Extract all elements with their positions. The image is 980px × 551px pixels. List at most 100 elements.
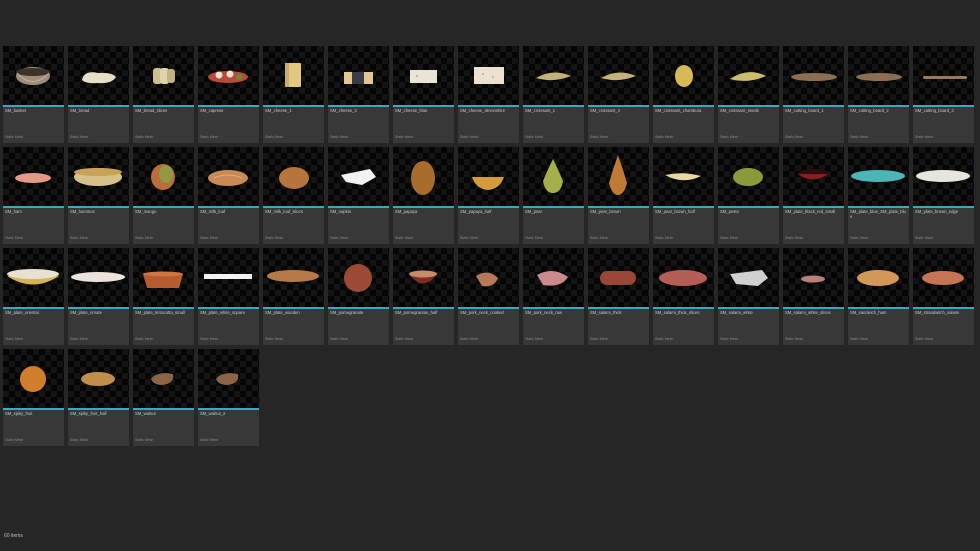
asset-tile[interactable]: SM_cutting_board_1 Static Mesh [783, 46, 844, 143]
asset-type-label: Static Mesh [200, 236, 219, 240]
asset-type-label: Static Mesh [200, 438, 219, 442]
asset-tile[interactable]: SM_cheese_2 Static Mesh [328, 46, 389, 143]
asset-name-label: SM_pomegranate [330, 310, 364, 315]
asset-tile[interactable]: SM_ham Static Mesh [3, 147, 64, 244]
asset-tile[interactable]: SM_cheese_devonshire Static Mesh [458, 46, 519, 143]
asset-tile[interactable]: SM_spiky_fruit_half Static Mesh [68, 349, 129, 446]
asset-type-label: Static Mesh [135, 236, 154, 240]
asset-tile[interactable]: SM_basket Static Mesh [3, 46, 64, 143]
asset-tile[interactable]: SM_cheese_blue Static Mesh [393, 46, 454, 143]
asset-type-label: Static Mesh [200, 135, 219, 139]
asset-tile[interactable]: SM_pear Static Mesh [523, 147, 584, 244]
asset-tile[interactable]: SM_salami_thick Static Mesh [588, 248, 649, 345]
asset-type-color-bar [133, 408, 194, 410]
asset-tile[interactable]: SM_plate_oriental Static Mesh [3, 248, 64, 345]
pork-cooked-icon [458, 248, 519, 307]
asset-tile[interactable]: SM_pork_neck_cooked Static Mesh [458, 248, 519, 345]
asset-type-label: Static Mesh [850, 337, 869, 341]
asset-tile[interactable]: SM_hummus Static Mesh [68, 147, 129, 244]
asset-tile[interactable]: SM_croissant_chambura Static Mesh [653, 46, 714, 143]
cutting-board-long-icon [913, 46, 974, 105]
asset-type-color-bar [718, 307, 779, 309]
asset-type-label: Static Mesh [460, 236, 479, 240]
mango-icon [133, 147, 194, 206]
asset-tile[interactable]: SM_croissant_1 Static Mesh [523, 46, 584, 143]
walnut-icon [198, 349, 259, 408]
asset-name-label: SM_cheese_devonshire [460, 108, 505, 113]
asset-name-label: SM_salami_thick_slices [655, 310, 700, 315]
asset-name-label: SM_spiky_fruit [5, 411, 33, 416]
asset-tile[interactable]: SM_pear_brown Static Mesh [588, 147, 649, 244]
asset-tile[interactable]: SM_plate_brown_edge Static Mesh [913, 147, 974, 244]
asset-tile[interactable]: SM_cutting_board_3 Static Mesh [913, 46, 974, 143]
papaya-icon [393, 147, 454, 206]
cheese-block-icon [263, 46, 324, 105]
asset-type-color-bar [848, 206, 909, 208]
bread-slices-icon [133, 46, 194, 105]
pear-half-icon [653, 147, 714, 206]
asset-tile[interactable]: SM_papaya_half Static Mesh [458, 147, 519, 244]
bread-icon [68, 46, 129, 105]
asset-tile[interactable]: SM_salami_thick_slices Static Mesh [653, 248, 714, 345]
asset-tile[interactable]: SM_strandwitch_salami Static Mesh [913, 248, 974, 345]
asset-tile[interactable]: SM_pomegranate Static Mesh [328, 248, 389, 345]
asset-type-label: Static Mesh [655, 236, 674, 240]
asset-tile[interactable]: SM_mango Static Mesh [133, 147, 194, 244]
asset-tile[interactable]: SM_croissant_2 Static Mesh [588, 46, 649, 143]
asset-type-color-bar [133, 307, 194, 309]
asset-name-label: SM_croissant_2 [590, 108, 621, 113]
asset-type-label: Static Mesh [135, 438, 154, 442]
asset-type-color-bar [328, 307, 389, 309]
item-count-status: 60 items [4, 533, 23, 539]
asset-tile[interactable]: SM_pomegranate_half Static Mesh [393, 248, 454, 345]
asset-tile[interactable]: SM_sandwich_ham Static Mesh [848, 248, 909, 345]
asset-tile[interactable]: SM_milk_loaf Static Mesh [198, 147, 259, 244]
asset-tile[interactable]: SM_pork_neck_raw Static Mesh [523, 248, 584, 345]
asset-type-color-bar [263, 206, 324, 208]
asset-tile[interactable]: SM_milk_loaf_slices Static Mesh [263, 147, 324, 244]
asset-type-color-bar [198, 307, 259, 309]
plate-white-icon [913, 147, 974, 206]
cutting-board-icon [783, 46, 844, 105]
asset-type-label: Static Mesh [590, 337, 609, 341]
asset-type-label: Static Mesh [655, 135, 674, 139]
asset-tile[interactable]: SM_walnut_2 Static Mesh [198, 349, 259, 446]
asset-name-label: SM_mango [135, 209, 157, 214]
asset-type-label: Static Mesh [915, 135, 934, 139]
asset-tile[interactable]: SM_bread_slices Static Mesh [133, 46, 194, 143]
asset-name-label: SM_walnut [135, 411, 156, 416]
pork-raw-icon [523, 248, 584, 307]
asset-tile[interactable]: SM_salami_white_slices Static Mesh [783, 248, 844, 345]
asset-type-label: Static Mesh [265, 236, 284, 240]
asset-tile[interactable]: SM_plate_terracotta_small Static Mesh [133, 248, 194, 345]
asset-tile[interactable]: SM_spiky_fruit Static Mesh [3, 349, 64, 446]
asset-tile[interactable]: SM_papaya Static Mesh [393, 147, 454, 244]
asset-tile[interactable]: SM_plate_white_square Static Mesh [198, 248, 259, 345]
asset-tile[interactable]: SM_plate_black_red_small Static Mesh [783, 147, 844, 244]
asset-name-label: SM_croissant_1 [525, 108, 556, 113]
asset-tile[interactable]: SM_plate_wooden Static Mesh [263, 248, 324, 345]
asset-tile[interactable]: SM_cheese_1 Static Mesh [263, 46, 324, 143]
asset-type-label: Static Mesh [525, 135, 544, 139]
hummus-icon [68, 147, 129, 206]
asset-tile[interactable]: SM_walnut Static Mesh [133, 349, 194, 446]
asset-tile[interactable]: SM_salami_white Static Mesh [718, 248, 779, 345]
asset-type-label: Static Mesh [135, 135, 154, 139]
asset-type-color-bar [848, 105, 909, 107]
asset-tile[interactable]: SM_cutting_board_2 Static Mesh [848, 46, 909, 143]
asset-name-label: SM_ham [5, 209, 22, 214]
asset-name-label: SM_salami_white [720, 310, 753, 315]
asset-type-color-bar [198, 408, 259, 410]
croissant-icon [523, 46, 584, 105]
asset-tile[interactable]: SM_bread Static Mesh [68, 46, 129, 143]
asset-type-label: Static Mesh [785, 337, 804, 341]
asset-tile[interactable]: SM_plate_blue_SM_plate_blue Static Mesh [848, 147, 909, 244]
asset-tile[interactable]: SM_caprese Static Mesh [198, 46, 259, 143]
asset-tile[interactable]: SM_pesto Static Mesh [718, 147, 779, 244]
asset-tile[interactable]: SM_croissant_seeds Static Mesh [718, 46, 779, 143]
asset-tile[interactable]: SM_plate_ornate Static Mesh [68, 248, 129, 345]
asset-name-label: SM_pesto [720, 209, 739, 214]
asset-tile[interactable]: SM_pear_brown_half Static Mesh [653, 147, 714, 244]
asset-tile[interactable]: SM_napkin Static Mesh [328, 147, 389, 244]
asset-name-label: SM_pear_brown [590, 209, 621, 214]
